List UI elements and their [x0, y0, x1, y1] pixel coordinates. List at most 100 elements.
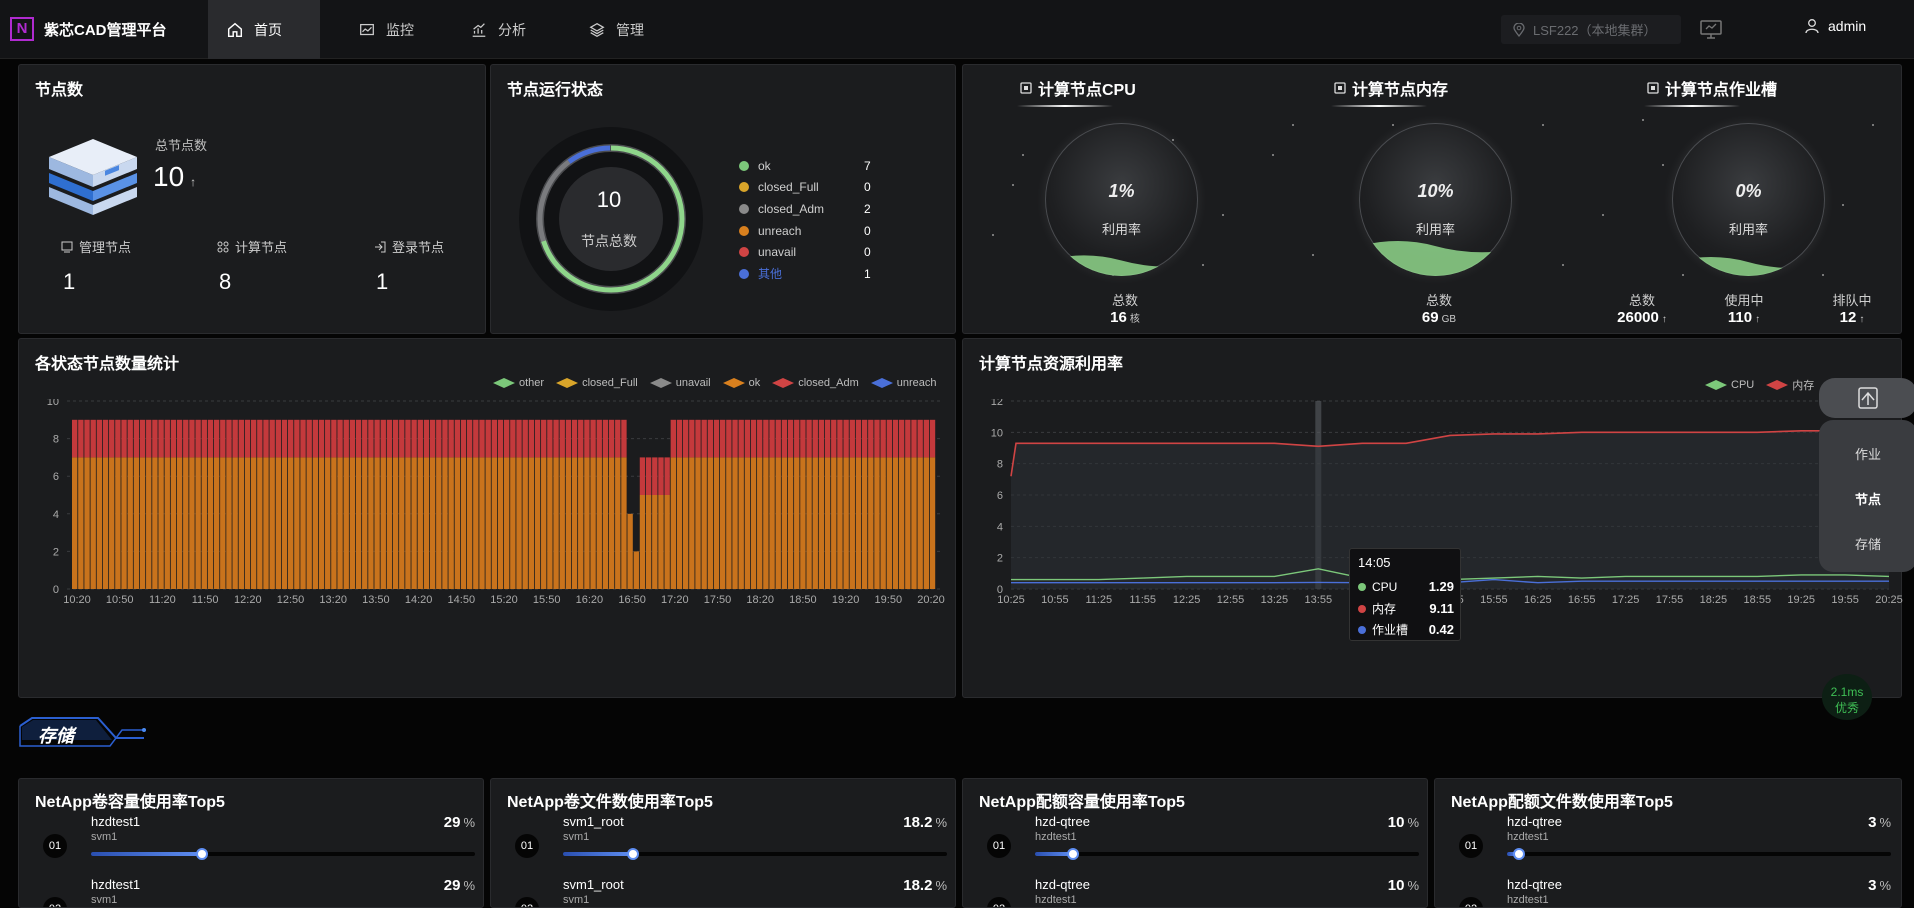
arrow-up-icon: [1858, 387, 1878, 409]
cluster-selector[interactable]: LSF222（本地集群）: [1501, 15, 1681, 44]
bar-closed-adm: [189, 419, 195, 458]
top5-item[interactable]: 01 svm1_root svm1 18.2%: [507, 814, 947, 864]
legend-marker: [649, 378, 672, 388]
legend-item[interactable]: other: [493, 377, 544, 389]
bar-closed-adm: [738, 419, 744, 458]
user-menu[interactable]: admin: [1804, 18, 1866, 34]
top5-item[interactable]: 02 svm1_root svm1 18.2%: [507, 877, 947, 907]
rank-badge: 01: [1459, 834, 1483, 858]
manage-node-icon: [61, 241, 73, 252]
bar-closed-adm: [769, 419, 775, 458]
bar-closed-adm: [504, 419, 510, 458]
bar-closed-adm: [849, 419, 855, 458]
x-tick-label: 16:50: [618, 594, 646, 606]
screen-icon[interactable]: [1698, 16, 1724, 42]
bar-closed-adm: [794, 419, 800, 458]
back-to-top-button[interactable]: [1819, 378, 1914, 418]
top5-item[interactable]: 01 hzd-qtree hzdtest1 3%: [1451, 814, 1891, 864]
bar-ok: [312, 457, 319, 589]
status-legend-item[interactable]: closed_Adm 2: [739, 198, 871, 220]
nav-label: 分析: [498, 21, 526, 38]
quick-nav-storage[interactable]: 存储: [1819, 534, 1914, 553]
bar-ok: [892, 457, 899, 589]
y-tick-label: 2: [997, 553, 1003, 565]
bar-ok: [84, 457, 90, 589]
bar-ok: [898, 457, 905, 589]
item-name: hzd-qtree: [1507, 814, 1562, 829]
bar-ok: [189, 457, 195, 589]
bar-closed-adm: [115, 419, 121, 458]
status-legend-item[interactable]: unreach 0: [739, 220, 871, 242]
bar-ok: [744, 457, 751, 589]
star-dot: [1542, 124, 1544, 126]
bar-ok: [621, 457, 627, 589]
bar-ok: [331, 457, 337, 589]
legend-item[interactable]: 内存: [1766, 377, 1814, 393]
x-tick-label: 10:55: [1041, 594, 1069, 606]
bar-ok: [146, 457, 152, 589]
bar-closed-adm: [615, 419, 621, 458]
legend-item[interactable]: closed_Adm: [772, 377, 859, 389]
quick-nav-nodes[interactable]: 节点: [1819, 489, 1914, 508]
nav-label: 管理: [616, 21, 644, 38]
status-legend-item[interactable]: unavail 0: [739, 241, 871, 263]
quick-nav-jobs[interactable]: 作业: [1819, 444, 1914, 463]
status-legend-item[interactable]: ok 7: [739, 155, 871, 177]
status-name: closed_Full: [758, 180, 819, 195]
x-tick-label: 10:25: [997, 594, 1025, 606]
bar-ok: [325, 457, 331, 589]
rank-badge: 02: [987, 897, 1011, 907]
gauge-ball: 1% 利用率: [1045, 123, 1198, 276]
x-tick-label: 17:55: [1656, 594, 1684, 606]
legend-item[interactable]: unavail: [649, 377, 711, 389]
bar-closed-adm: [534, 419, 541, 458]
bar-ok: [578, 457, 584, 589]
top5-item[interactable]: 01 hzdtest1 svm1 29%: [35, 814, 475, 864]
bar-ok: [701, 457, 707, 589]
bar-closed-adm: [929, 419, 936, 458]
x-tick-label: 11:20: [149, 594, 176, 606]
bar-closed-adm: [720, 419, 726, 458]
analysis-icon: [472, 22, 486, 37]
bar-closed-adm: [744, 419, 751, 458]
gauge-ball: 10% 利用率: [1359, 123, 1512, 276]
app-logo[interactable]: N 紫芯CAD管理平台: [10, 17, 167, 41]
item-name: hzd-qtree: [1507, 877, 1562, 892]
nav-item-monitor[interactable]: 监控: [320, 0, 450, 59]
bar-closed-adm: [806, 419, 812, 458]
nav-item-manage[interactable]: 管理: [580, 0, 710, 59]
status-legend-item[interactable]: closed_Full 0: [739, 177, 871, 199]
top5-item[interactable]: 02 hzdtest1 svm1 29%: [35, 877, 475, 907]
usage-bar: [1507, 848, 1891, 860]
y-tick-label: 10: [47, 399, 59, 408]
nav-item-analysis[interactable]: 分析: [450, 0, 580, 59]
bar-ok: [448, 457, 454, 589]
bar-ok: [417, 457, 423, 589]
usage-bar: [91, 848, 475, 860]
main-nav: 首页 监控 分析 管理: [208, 0, 710, 59]
legend-item[interactable]: closed_Full: [556, 377, 638, 389]
star-dot: [992, 234, 994, 236]
bar-closed-adm: [380, 419, 386, 458]
top5-item[interactable]: 02 hzd-qtree hzdtest1 10%: [979, 877, 1419, 907]
legend-item[interactable]: ok: [722, 377, 760, 389]
legend-item[interactable]: CPU: [1705, 377, 1754, 393]
card-title: NetApp卷容量使用率Top5: [35, 794, 225, 811]
nav-item-home[interactable]: 首页: [208, 0, 320, 59]
app-title: 紫芯CAD管理平台: [44, 21, 167, 39]
top5-item[interactable]: 02 hzd-qtree hzdtest1 3%: [1451, 877, 1891, 907]
x-tick-label: 13:20: [319, 594, 347, 606]
top5-item[interactable]: 01 hzd-qtree hzdtest1 10%: [979, 814, 1419, 864]
cluster-name: LSF222（本地集群）: [1533, 23, 1657, 38]
bar-closed-adm: [362, 419, 368, 458]
bar-ok: [547, 457, 553, 589]
rank-badge: 02: [43, 897, 67, 907]
manage-node-value: 1: [63, 269, 76, 294]
bar-ok: [750, 457, 757, 589]
legend-item[interactable]: unreach: [870, 377, 937, 389]
bar-ok: [522, 457, 528, 589]
x-tick-label: 10:20: [63, 594, 91, 606]
status-legend-item[interactable]: 其他 1: [739, 263, 871, 285]
bar-closed-adm: [355, 419, 362, 458]
star-dot: [1662, 164, 1664, 166]
